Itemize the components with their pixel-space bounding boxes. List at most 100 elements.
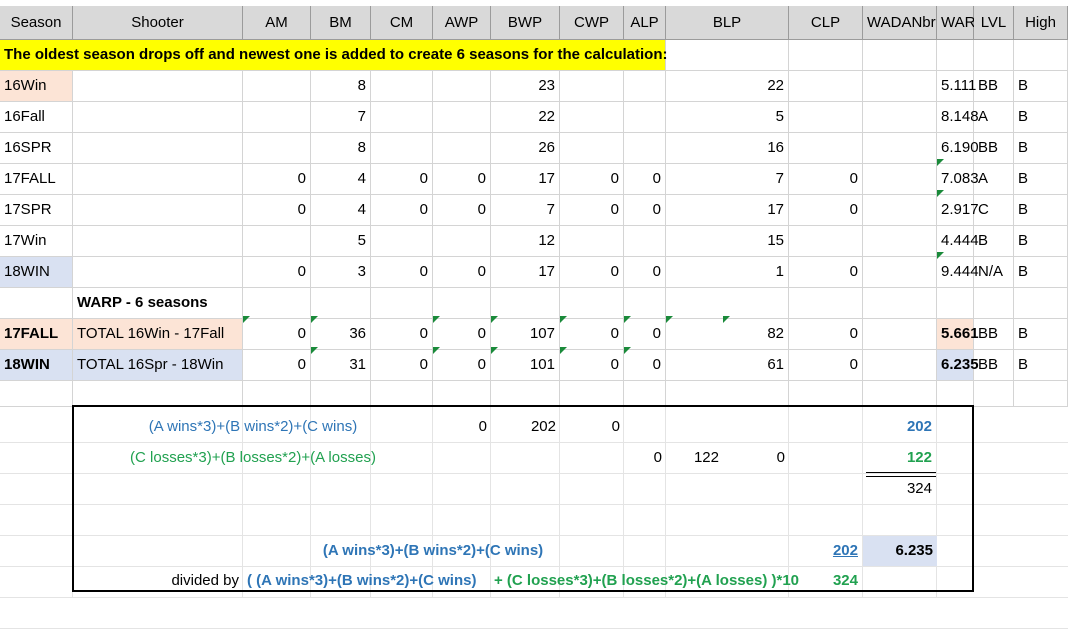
empty-cell[interactable]	[863, 40, 937, 71]
cell-lvl[interactable]: BB	[974, 71, 1014, 102]
empty-cell[interactable]	[73, 381, 243, 407]
cell-bwp[interactable]: 17	[491, 257, 560, 288]
empty-cell[interactable]	[311, 381, 371, 407]
total-am[interactable]: 0	[243, 319, 311, 350]
cell-awp[interactable]: 0	[433, 257, 491, 288]
column-header-warp[interactable]: WARP	[937, 6, 985, 40]
cell-cwp[interactable]	[560, 133, 624, 164]
empty-cell[interactable]	[311, 288, 371, 319]
cell-season[interactable]: 17SPR	[0, 195, 73, 226]
cell-am[interactable]	[243, 133, 311, 164]
column-header-lvl[interactable]: LVL	[974, 6, 1014, 40]
cell-am[interactable]	[243, 102, 311, 133]
cell-warp[interactable]: 9.444	[937, 257, 979, 288]
cell-alp[interactable]	[624, 226, 666, 257]
column-header-blp[interactable]: BLP	[666, 6, 789, 40]
cell-high[interactable]: B	[1014, 257, 1068, 288]
total-lvl[interactable]: BB	[974, 319, 1014, 350]
cell-warp[interactable]: 2.917	[937, 195, 979, 226]
cell-am[interactable]	[243, 226, 311, 257]
warp-6-seasons-label[interactable]: WARP - 6 seasons	[73, 288, 243, 319]
cell-awp[interactable]	[433, 71, 491, 102]
empty-cell[interactable]	[974, 288, 1014, 319]
empty-cell[interactable]	[863, 71, 937, 102]
column-header-alp[interactable]: ALP	[624, 6, 666, 40]
cell-lvl[interactable]: B	[974, 226, 1014, 257]
total-lvl[interactable]: BB	[974, 350, 1014, 381]
empty-cell[interactable]	[1014, 288, 1068, 319]
empty-cell[interactable]	[433, 288, 491, 319]
cell-awp[interactable]	[433, 102, 491, 133]
cell-clp[interactable]: 0	[789, 257, 863, 288]
empty-cell[interactable]	[666, 288, 789, 319]
cell-am[interactable]: 0	[243, 164, 311, 195]
column-header-wadanbr[interactable]: WADANbr	[863, 6, 937, 40]
cell-am[interactable]: 0	[243, 257, 311, 288]
cell-bm[interactable]: 8	[311, 71, 371, 102]
cell-warp[interactable]: 8.148	[937, 102, 979, 133]
total-am[interactable]: 0	[243, 350, 311, 381]
cell-season[interactable]: 18WIN	[0, 257, 73, 288]
empty-cell[interactable]	[0, 288, 73, 319]
cell-alp[interactable]	[624, 71, 666, 102]
cell-warp[interactable]: 5.111	[937, 71, 976, 102]
empty-cell[interactable]	[73, 133, 243, 164]
column-header-clp[interactable]: CLP	[789, 6, 863, 40]
total-bm[interactable]: 31	[311, 350, 371, 381]
cell-clp[interactable]: 0	[789, 164, 863, 195]
empty-cell[interactable]	[863, 195, 937, 226]
cell-bm[interactable]: 5	[311, 226, 371, 257]
empty-cell[interactable]	[371, 288, 433, 319]
empty-cell[interactable]	[937, 40, 974, 71]
cell-blp[interactable]: 16	[666, 133, 789, 164]
total-warp[interactable]: 6.235	[937, 350, 979, 381]
empty-cell[interactable]	[666, 381, 789, 407]
cell-cwp[interactable]: 0	[560, 195, 624, 226]
cell-alp[interactable]: 0	[624, 257, 666, 288]
column-header-bwp[interactable]: BWP	[491, 6, 560, 40]
empty-cell[interactable]	[863, 133, 937, 164]
empty-cell[interactable]	[73, 102, 243, 133]
cell-blp[interactable]: 5	[666, 102, 789, 133]
total-blp[interactable]: 61	[666, 350, 789, 381]
cell-cwp[interactable]: 0	[560, 257, 624, 288]
empty-cell[interactable]	[863, 102, 937, 133]
cell-cm[interactable]: 0	[371, 195, 433, 226]
cell-alp[interactable]	[624, 133, 666, 164]
empty-cell[interactable]	[433, 381, 491, 407]
empty-cell[interactable]	[624, 381, 666, 407]
cell-season[interactable]: 17Win	[0, 226, 73, 257]
total-cwp[interactable]: 0	[560, 319, 624, 350]
empty-cell[interactable]	[974, 40, 1014, 71]
cell-high[interactable]: B	[1014, 133, 1068, 164]
empty-cell[interactable]	[666, 40, 789, 71]
total-high[interactable]: B	[1014, 319, 1068, 350]
cell-bm[interactable]: 3	[311, 257, 371, 288]
cell-cm[interactable]	[371, 226, 433, 257]
column-header-cwp[interactable]: CWP	[560, 6, 624, 40]
cell-cwp[interactable]	[560, 226, 624, 257]
empty-cell[interactable]	[491, 381, 560, 407]
cell-lvl[interactable]: N/A	[974, 257, 1014, 288]
empty-cell[interactable]	[73, 257, 243, 288]
cell-bwp[interactable]: 22	[491, 102, 560, 133]
cell-cwp[interactable]: 0	[560, 164, 624, 195]
cell-lvl[interactable]: BB	[974, 133, 1014, 164]
total-clp[interactable]: 0	[789, 350, 863, 381]
empty-cell[interactable]	[863, 164, 937, 195]
column-header-high[interactable]: High	[1014, 6, 1068, 40]
cell-clp[interactable]	[789, 71, 863, 102]
cell-high[interactable]: B	[1014, 71, 1068, 102]
cell-high[interactable]: B	[1014, 164, 1068, 195]
empty-cell[interactable]	[0, 381, 73, 407]
cell-blp[interactable]: 1	[666, 257, 789, 288]
cell-clp[interactable]	[789, 226, 863, 257]
empty-cell[interactable]	[789, 381, 863, 407]
empty-cell[interactable]	[73, 195, 243, 226]
total-clp[interactable]: 0	[789, 319, 863, 350]
total-cm[interactable]: 0	[371, 319, 433, 350]
total-cm[interactable]: 0	[371, 350, 433, 381]
cell-cm[interactable]: 0	[371, 164, 433, 195]
total-bm[interactable]: 36	[311, 319, 371, 350]
column-header-bm[interactable]: BM	[311, 6, 371, 40]
